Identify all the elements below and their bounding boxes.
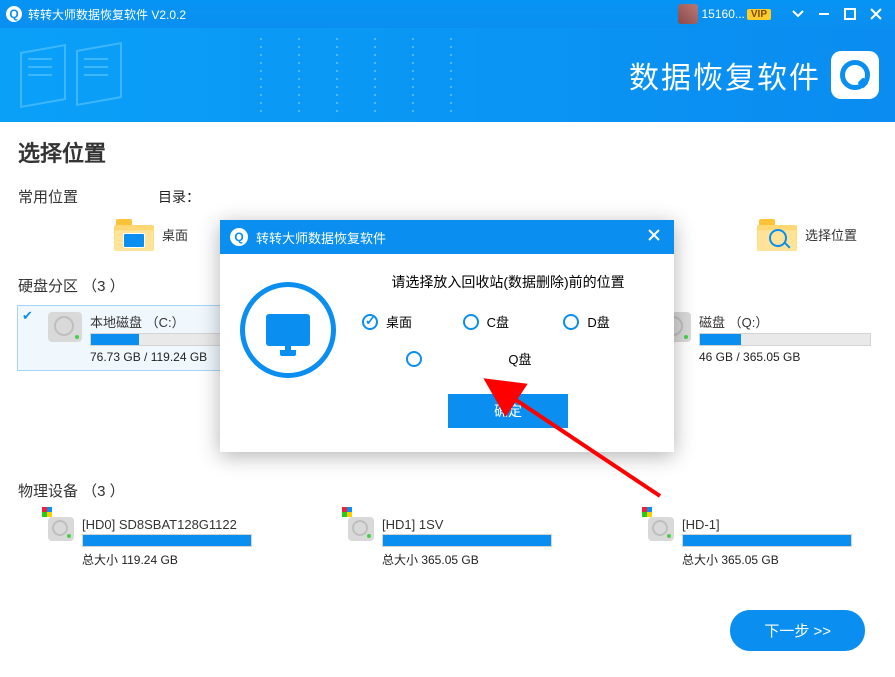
radio-option[interactable]: 桌面: [362, 312, 453, 331]
usage-bar: [82, 534, 252, 547]
modal-header: Q 转转大师数据恢复软件: [220, 220, 674, 254]
device-item[interactable]: [HD0] SD8SBAT128G1122 总大小 119.24 GB: [18, 511, 258, 574]
close-icon: [648, 229, 660, 241]
maximize-button[interactable]: [837, 0, 863, 28]
device-item[interactable]: [HD1] 1SV 总大小 365.05 GB: [318, 511, 558, 574]
app-logo-icon: Q: [6, 6, 22, 22]
hdd-icon: [48, 312, 82, 342]
usage-bar: [682, 534, 852, 547]
maximize-icon: [844, 8, 856, 20]
banner-logo-icon: [831, 51, 879, 99]
drive-size: 46 GB / 365.05 GB: [699, 350, 871, 364]
chevron-down-icon: [792, 8, 804, 20]
radio-label: Q盘: [490, 349, 550, 368]
radio-icon: [463, 314, 479, 330]
usage-bar: [382, 534, 552, 547]
devices-label: 物理设备 （3 ）: [18, 480, 877, 501]
check-icon: ✔: [22, 308, 33, 324]
radio-icon: [406, 351, 422, 367]
modal-dialog: Q 转转大师数据恢复软件 请选择放入回收站(数据删除)前的位置 桌面 C盘 D盘 Q盘…: [220, 220, 674, 452]
windows-flag-icon: [642, 507, 652, 517]
modal-message: 请选择放入回收站(数据删除)前的位置: [362, 272, 654, 292]
confirm-button[interactable]: 确定: [448, 394, 568, 428]
device-size: 总大小 365.05 GB: [682, 551, 852, 568]
radio-label: 桌面: [386, 312, 412, 331]
minimize-button[interactable]: [811, 0, 837, 28]
drive-name: 磁盘 （Q:）: [699, 312, 871, 331]
directory-label: 目录：: [158, 187, 200, 207]
hdd-icon: [348, 517, 374, 541]
titlebar: Q 转转大师数据恢复软件 V2.0.2 15160... VIP: [0, 0, 895, 28]
device-name: [HD0] SD8SBAT128G1122: [82, 517, 252, 532]
folder-search-icon: [757, 217, 797, 251]
minimize-icon: [818, 8, 830, 20]
location-choose[interactable]: 选择位置: [757, 217, 857, 251]
banner-decoration: [20, 40, 140, 110]
windows-flag-icon: [342, 507, 352, 517]
device-name: [HD1] 1SV: [382, 517, 552, 532]
location-desktop[interactable]: 桌面: [114, 217, 188, 251]
vip-badge: VIP: [747, 9, 771, 20]
radio-icon: [362, 314, 378, 330]
next-button[interactable]: 下一步 >>: [730, 610, 865, 651]
dropdown-button[interactable]: [785, 0, 811, 28]
radio-label: D盘: [587, 312, 609, 331]
close-button[interactable]: [863, 0, 889, 28]
radio-label: C盘: [487, 312, 509, 331]
banner-title: 数据恢复软件: [629, 53, 821, 97]
hdd-icon: [48, 517, 74, 541]
device-item[interactable]: [HD-1] 总大小 365.05 GB: [618, 511, 858, 574]
device-size: 总大小 365.05 GB: [382, 551, 552, 568]
modal-close-button[interactable]: [644, 228, 664, 246]
hdd-icon: [648, 517, 674, 541]
avatar[interactable]: [678, 4, 698, 24]
folder-desktop-icon: [114, 217, 154, 251]
modal-logo-icon: Q: [230, 228, 248, 246]
close-icon: [870, 8, 882, 20]
device-size: 总大小 119.24 GB: [82, 551, 252, 568]
page-title: 选择位置: [18, 136, 877, 168]
device-name: [HD-1]: [682, 517, 852, 532]
user-id[interactable]: 15160...: [702, 7, 745, 21]
radio-option[interactable]: Q盘: [332, 349, 624, 368]
banner: 数据恢复软件: [0, 28, 895, 122]
location-label: 桌面: [162, 225, 188, 244]
radio-option[interactable]: C盘: [463, 312, 554, 331]
radio-option[interactable]: D盘: [563, 312, 654, 331]
app-title: 转转大师数据恢复软件 V2.0.2: [28, 6, 186, 23]
modal-title: 转转大师数据恢复软件: [256, 228, 386, 247]
common-locations-label: 常用位置: [18, 186, 158, 207]
location-label: 选择位置: [805, 225, 857, 244]
windows-flag-icon: [42, 507, 52, 517]
radio-icon: [563, 314, 579, 330]
usage-bar: [699, 333, 871, 346]
monitor-icon: [240, 282, 336, 378]
